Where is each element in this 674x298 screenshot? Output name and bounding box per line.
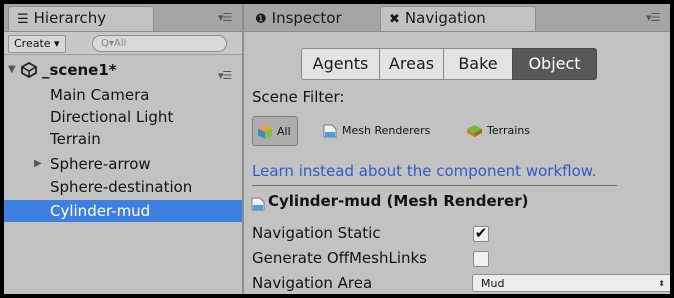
hierarchy-item-label: Sphere-destination (50, 178, 193, 196)
navigation-area-value: Mud (481, 277, 505, 290)
tab-navigation[interactable]: ✖ Navigation (380, 6, 536, 31)
panel-menu-icon[interactable]: ▾☰ (646, 11, 660, 24)
navigation-tabbar: ❶ Inspector ✖ Navigation ▾☰ (244, 4, 670, 32)
cube-icon (258, 125, 272, 139)
mesh-renderer-icon (323, 124, 337, 138)
create-button[interactable]: Create ▾ (8, 35, 66, 53)
mesh-renderer-icon (251, 197, 265, 211)
tab-inspector-label: Inspector (271, 9, 342, 27)
hierarchy-toolbar: Create ▾ Q▾All (4, 32, 242, 55)
list-icon: ☰ (17, 12, 29, 27)
filter-all-button[interactable]: All (252, 116, 298, 146)
panel-menu-icon[interactable]: ▾☰ (218, 11, 232, 24)
filter-terrains-button[interactable]: Terrains (466, 116, 530, 146)
hierarchy-item-label: Cylinder-mud (50, 202, 151, 220)
segment-agents[interactable]: Agents (301, 48, 380, 80)
hierarchy-panel: ☰ Hierarchy ▾☰ Create ▾ Q▾All ▼ _scene1* … (4, 4, 242, 294)
expand-triangle-icon[interactable]: ▼ (8, 59, 16, 81)
navigation-panel: ❶ Inspector ✖ Navigation ▾☰ Agents Areas B… (244, 4, 670, 294)
filter-mesh-renderers-label: Mesh Renderers (342, 124, 431, 137)
hierarchy-item-cylinder-mud[interactable]: Cylinder-mud (4, 200, 242, 222)
tab-hierarchy[interactable]: ☰ Hierarchy (8, 6, 154, 31)
generate-offmeshlinks-label: Generate OffMeshLinks (252, 249, 427, 267)
hierarchy-item-sphere-arrow[interactable]: ▶ Sphere-arrow (4, 153, 242, 175)
hierarchy-item-label: Terrain (50, 130, 101, 148)
filter-terrains-label: Terrains (487, 124, 530, 137)
segment-object[interactable]: Object (512, 48, 597, 80)
expand-triangle-icon[interactable]: ▶ (34, 153, 42, 175)
hierarchy-item-sphere-destination[interactable]: Sphere-destination (4, 176, 242, 198)
hierarchy-item-label: Directional Light (50, 108, 174, 126)
hierarchy-item-terrain[interactable]: Terrain (4, 128, 242, 150)
navmesh-icon: ✖ (389, 12, 400, 27)
filter-all-label: All (277, 125, 291, 138)
tab-navigation-label: Navigation (404, 9, 486, 27)
terrain-icon (467, 125, 482, 137)
hierarchy-item-label: Sphere-arrow (50, 155, 151, 173)
filter-mesh-renderers-button[interactable]: Mesh Renderers (322, 116, 430, 146)
navigation-area-dropdown[interactable]: Mud ⬍ (472, 274, 670, 292)
scene-name: _scene1* (42, 61, 117, 79)
object-title: Cylinder-mud (Mesh Renderer) (268, 192, 529, 210)
navigation-static-label: Navigation Static (252, 224, 381, 242)
section-divider (252, 185, 617, 186)
segment-bake[interactable]: Bake (443, 48, 513, 80)
dropdown-arrows-icon: ⬍ (658, 279, 665, 288)
hierarchy-item-main-camera[interactable]: Main Camera (4, 84, 242, 106)
hierarchy-item-directional-light[interactable]: Directional Light (4, 106, 242, 128)
navigation-static-checkbox[interactable]: ✔ (473, 226, 489, 242)
hierarchy-item-label: Main Camera (50, 86, 150, 104)
tab-inspector[interactable]: ❶ Inspector (246, 6, 378, 31)
component-workflow-link[interactable]: Learn instead about the component workfl… (252, 162, 596, 180)
hierarchy-tabbar: ☰ Hierarchy ▾☰ (4, 4, 242, 32)
scene-row[interactable]: ▼ _scene1* ▾☰ (4, 59, 242, 82)
info-icon: ❶ (255, 12, 267, 27)
tab-hierarchy-label: Hierarchy (33, 9, 107, 27)
segment-areas[interactable]: Areas (379, 48, 444, 80)
navigation-area-label: Navigation Area (252, 274, 373, 292)
unity-scene-icon (21, 62, 37, 78)
editor-window: ☰ Hierarchy ▾☰ Create ▾ Q▾All ▼ _scene1* … (4, 4, 670, 294)
scene-filter-label: Scene Filter: (252, 88, 345, 106)
hierarchy-search-input[interactable]: Q▾All (92, 35, 227, 52)
navigation-segment-control: Agents Areas Bake Object (301, 48, 597, 80)
generate-offmeshlinks-checkbox[interactable] (473, 251, 489, 267)
screenshot-frame: ☰ Hierarchy ▾☰ Create ▾ Q▾All ▼ _scene1* … (0, 0, 674, 298)
